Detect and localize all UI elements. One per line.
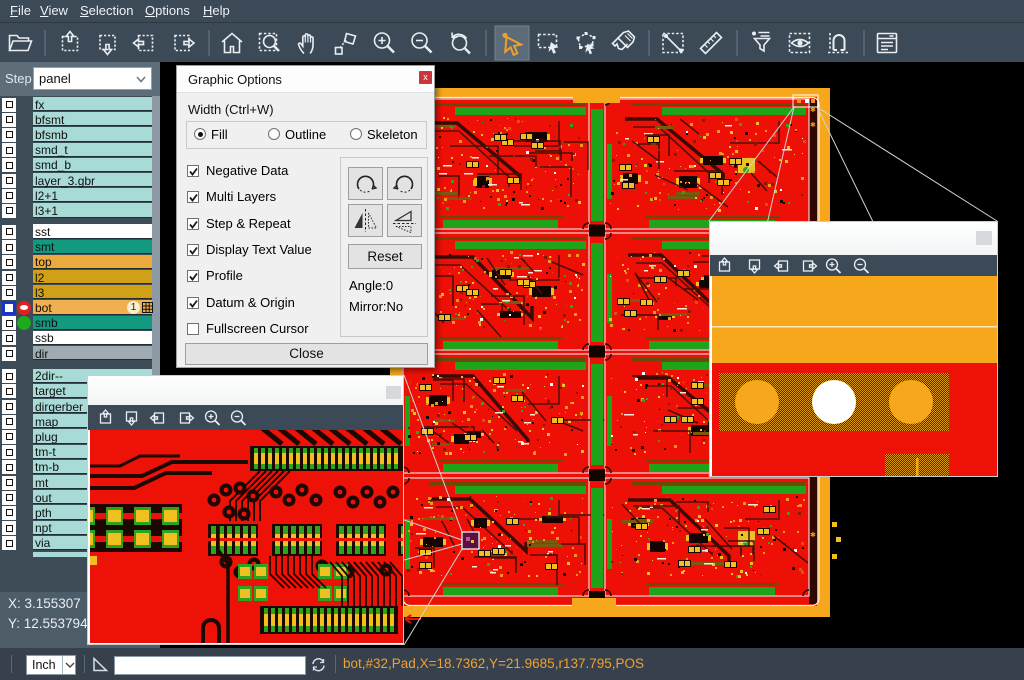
svg-text:✱: ✱ bbox=[810, 121, 816, 129]
svg-text:✱: ✱ bbox=[810, 531, 816, 539]
